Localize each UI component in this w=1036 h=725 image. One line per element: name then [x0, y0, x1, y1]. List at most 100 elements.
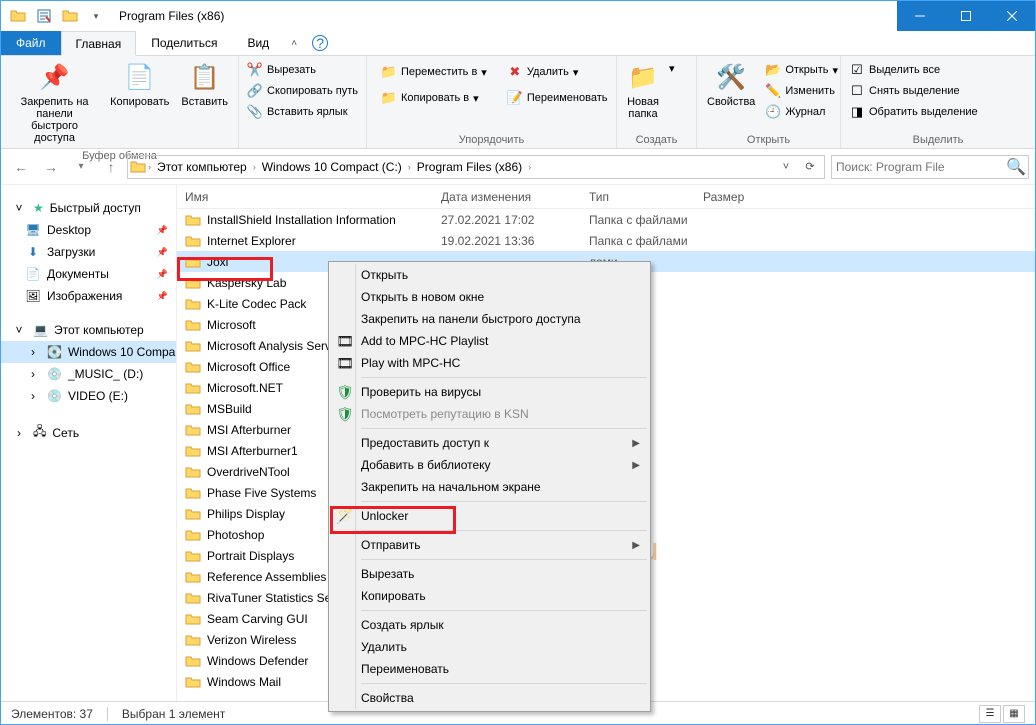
column-size[interactable]: Размер: [695, 190, 1035, 204]
cm-ksn[interactable]: 🛡Посмотреть репутацию в KSN: [331, 403, 648, 425]
file-type: Папка с файлами: [581, 234, 695, 248]
sidebar-item-this-pc[interactable]: ˅💻Этот компьютер: [1, 319, 176, 341]
status-selection: Выбран 1 элемент: [122, 707, 225, 721]
cm-rename[interactable]: Переименовать: [331, 658, 648, 680]
view-large-icons-button[interactable]: ▦: [1003, 705, 1025, 723]
search-icon[interactable]: 🔍: [1004, 157, 1028, 177]
titlebar: ▾ Program Files (x86): [1, 1, 1035, 31]
cm-copy[interactable]: Копировать: [331, 585, 648, 607]
breadcrumb[interactable]: Этот компьютер: [153, 160, 251, 174]
move-to-button[interactable]: 📁Переместить в ▾: [377, 62, 491, 82]
cm-virus-check[interactable]: 🛡Проверить на вирусы: [331, 381, 648, 403]
chevron-right-icon: ›: [11, 425, 27, 441]
sidebar-item-pictures[interactable]: 🖼Изображения📌: [1, 285, 176, 307]
properties-button[interactable]: 🛠️ Свойства: [701, 58, 761, 112]
sidebar-item-drive-d[interactable]: ›💿_MUSIC_ (D:): [1, 363, 176, 385]
cut-button[interactable]: ✂️Вырезать: [243, 60, 362, 80]
folder-icon: [185, 506, 201, 522]
refresh-button[interactable]: ⟳: [798, 160, 822, 173]
chevron-right-icon[interactable]: ›: [526, 162, 533, 172]
search-box[interactable]: 🔍: [831, 155, 1029, 179]
qat-properties-icon[interactable]: [33, 5, 55, 27]
new-folder-button[interactable]: 📁 Новая папка: [621, 58, 665, 124]
file-name: MSI Afterburner1: [207, 444, 298, 458]
table-row[interactable]: InstallShield Installation Information27…: [177, 209, 1035, 230]
cm-open-new-window[interactable]: Открыть в новом окне: [331, 286, 648, 308]
maximize-button[interactable]: [943, 1, 989, 31]
paste-icon: 📋: [189, 62, 221, 94]
sidebar-item-downloads[interactable]: ⬇Загрузки📌: [1, 241, 176, 263]
wand-icon: 🪄: [335, 506, 355, 526]
pictures-icon: 🖼: [25, 288, 41, 304]
tab-home[interactable]: Главная: [61, 31, 137, 56]
delete-button[interactable]: ✖Удалить ▾: [503, 62, 612, 82]
column-type[interactable]: Тип: [581, 190, 695, 204]
chevron-right-icon[interactable]: ›: [146, 162, 153, 172]
file-name: Microsoft Office: [207, 360, 290, 374]
search-input[interactable]: [832, 160, 1004, 174]
recent-locations-button[interactable]: ▾: [67, 155, 95, 179]
help-button[interactable]: ?: [312, 35, 328, 51]
mpc-icon: 🎞: [335, 331, 355, 351]
edit-button[interactable]: ✏️Изменить: [761, 81, 842, 101]
cm-delete[interactable]: Удалить: [331, 636, 648, 658]
back-button[interactable]: ←: [7, 155, 35, 179]
close-button[interactable]: [989, 1, 1035, 31]
cm-cut[interactable]: Вырезать: [331, 563, 648, 585]
paste-button[interactable]: 📋 Вставить: [175, 58, 234, 112]
cm-pin-quick[interactable]: Закрепить на панели быстрого доступа: [331, 308, 648, 330]
invert-selection-button[interactable]: ◨Обратить выделение: [845, 102, 982, 122]
pin-to-quick-access-button[interactable]: 📌 Закрепить на панели быстрого доступа: [5, 58, 104, 148]
tab-file[interactable]: Файл: [1, 31, 61, 55]
sidebar-item-drive-c[interactable]: ›💽Windows 10 Compa: [1, 341, 176, 363]
paste-shortcut-button[interactable]: 📎Вставить ярлык: [243, 102, 362, 122]
forward-button[interactable]: →: [37, 155, 65, 179]
ribbon-collapse-button[interactable]: ˄: [284, 31, 304, 55]
deselect-button[interactable]: ☐Снять выделение: [845, 81, 982, 101]
file-name: RivaTuner Statistics Ser: [207, 591, 335, 605]
sidebar-item-desktop[interactable]: 🖥Desktop📌: [1, 219, 176, 241]
cm-grant-access[interactable]: Предоставить доступ к▶: [331, 432, 648, 454]
cm-unlocker[interactable]: 🪄Unlocker: [331, 505, 648, 527]
cm-pin-start[interactable]: Закрепить на начальном экране: [331, 476, 648, 498]
new-item-button[interactable]: ▾: [665, 60, 679, 77]
cm-mpc-add[interactable]: 🎞Add to MPC-HC Playlist: [331, 330, 648, 352]
up-button[interactable]: ↑: [97, 155, 125, 179]
table-row[interactable]: Internet Explorer19.02.2021 13:36Папка с…: [177, 230, 1035, 251]
copy-button[interactable]: 📄 Копировать: [104, 58, 175, 112]
address-bar[interactable]: › Этот компьютер › Windows 10 Compact (C…: [127, 155, 825, 179]
folder-icon: [185, 569, 201, 585]
minimize-button[interactable]: [897, 1, 943, 31]
select-all-button[interactable]: ☑Выделить все: [845, 60, 982, 80]
sidebar-item-documents[interactable]: 📄Документы📌: [1, 263, 176, 285]
qat-dropdown-icon[interactable]: ▾: [85, 5, 107, 27]
sidebar-item-network[interactable]: ›🖧Сеть: [1, 419, 176, 446]
qat-new-folder-icon[interactable]: [59, 5, 81, 27]
copy-path-button[interactable]: 🔗Скопировать путь: [243, 81, 362, 101]
cm-add-library[interactable]: Добавить в библиотеку▶: [331, 454, 648, 476]
chevron-right-icon[interactable]: ›: [406, 162, 413, 172]
cm-send[interactable]: Отправить▶: [331, 534, 648, 556]
drive-icon: 💿: [47, 389, 62, 403]
tab-share[interactable]: Поделиться: [136, 31, 232, 55]
folder-icon: [185, 254, 201, 270]
view-details-button[interactable]: ☰: [979, 705, 1001, 723]
rename-button[interactable]: 📝Переименовать: [503, 88, 612, 108]
column-date[interactable]: Дата изменения: [433, 190, 581, 204]
addr-history-button[interactable]: ˅: [774, 160, 798, 173]
history-button[interactable]: 🕘Журнал: [761, 102, 842, 122]
breadcrumb[interactable]: Windows 10 Compact (C:): [258, 160, 406, 174]
copy-to-button[interactable]: 📁Копировать в ▾: [377, 88, 491, 108]
column-name[interactable]: Имя: [177, 190, 433, 204]
column-headers[interactable]: Имя Дата изменения Тип Размер: [177, 185, 1035, 209]
cm-open[interactable]: Открыть: [331, 264, 648, 286]
cm-properties[interactable]: Свойства: [331, 687, 648, 709]
cm-create-shortcut[interactable]: Создать ярлык: [331, 614, 648, 636]
sidebar-item-drive-e[interactable]: ›💿VIDEO (E:): [1, 385, 176, 407]
open-button[interactable]: 📂Открыть ▾: [761, 60, 842, 80]
breadcrumb[interactable]: Program Files (x86): [413, 160, 526, 174]
tab-view[interactable]: Вид: [232, 31, 284, 55]
sidebar-item-quick-access[interactable]: ˅★Быстрый доступ: [1, 197, 176, 219]
cm-mpc-play[interactable]: 🎞Play with MPC-HC: [331, 352, 648, 374]
chevron-right-icon[interactable]: ›: [251, 162, 258, 172]
